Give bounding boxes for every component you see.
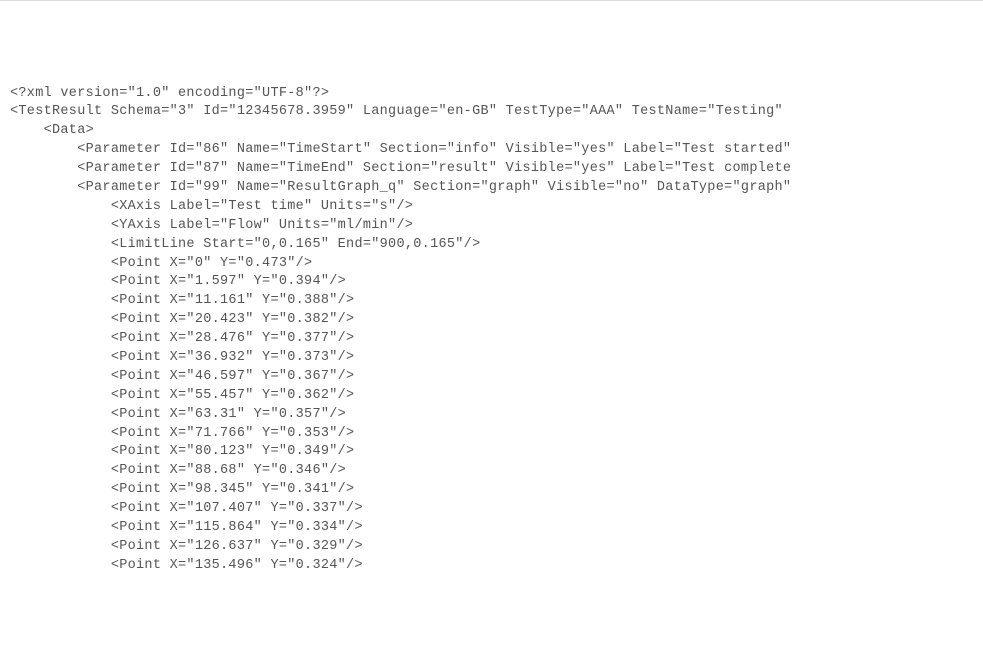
xml-code-block: <?xml version="1.0" encoding="UTF-8"?> <… xyxy=(10,85,983,576)
